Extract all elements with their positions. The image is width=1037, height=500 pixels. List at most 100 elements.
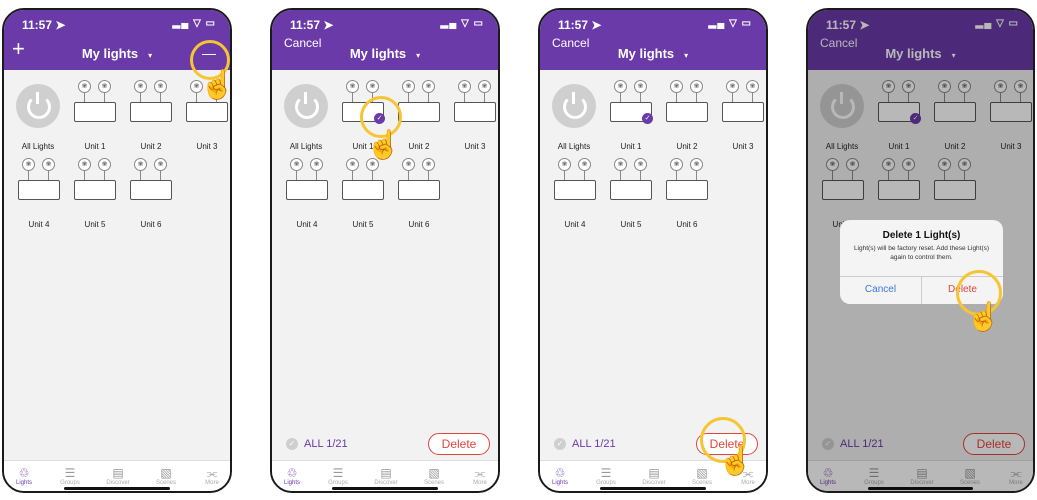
stem bbox=[696, 170, 697, 180]
tab-groups[interactable]: ☰ Groups bbox=[50, 466, 90, 486]
caret-down-icon: ▾ bbox=[416, 51, 421, 60]
unit-box bbox=[722, 102, 764, 122]
tab-discover[interactable]: ▤ Discover bbox=[366, 466, 406, 486]
tile-label-all-lights: All Lights bbox=[21, 142, 55, 151]
tile-label-unit-3: Unit 3 bbox=[196, 142, 218, 151]
page-title[interactable]: My lights ▾ bbox=[272, 46, 498, 61]
power-icon-line bbox=[304, 92, 307, 104]
title-text: My lights bbox=[617, 46, 675, 61]
unit-box bbox=[186, 102, 228, 122]
tab-label: Lights bbox=[15, 480, 32, 486]
power-icon bbox=[563, 95, 587, 119]
tile-label-unit-1: Unit 1 bbox=[84, 142, 106, 151]
power-icon bbox=[295, 95, 319, 119]
select-all-check-icon[interactable]: ✓ bbox=[554, 438, 566, 450]
tab-label: Groups bbox=[328, 480, 348, 486]
tab-label: Discover bbox=[106, 480, 130, 486]
tile-label-unit-2: Unit 2 bbox=[676, 142, 698, 151]
discover-icon: ▤ bbox=[112, 466, 124, 480]
selection-bar: ✓ ALL 1/21 Delete bbox=[272, 430, 498, 460]
tab-lights[interactable]: ♲ Lights bbox=[540, 466, 580, 486]
stem bbox=[584, 170, 585, 180]
tile-label-all-lights: All Lights bbox=[557, 142, 591, 151]
home-indicator bbox=[64, 487, 170, 490]
stem bbox=[28, 170, 29, 180]
tab-label: More bbox=[205, 480, 219, 486]
tile-label-unit-6: Unit 6 bbox=[408, 220, 430, 229]
tile-label-unit-4: Unit 4 bbox=[28, 220, 50, 229]
groups-icon: ☰ bbox=[600, 466, 612, 480]
stem bbox=[160, 92, 161, 102]
selection-count: ALL 1/21 bbox=[304, 438, 348, 450]
status-time: 11:57 ➤ bbox=[290, 18, 334, 32]
stem bbox=[140, 92, 141, 102]
stem bbox=[84, 170, 85, 180]
home-indicator bbox=[600, 487, 706, 490]
dialog-cancel-button[interactable]: Cancel bbox=[840, 284, 921, 295]
stem bbox=[484, 92, 485, 102]
dialog-title: Delete 1 Light(s) bbox=[882, 230, 961, 241]
status-icons: ▂▄ ▽ ▭ bbox=[440, 18, 484, 29]
tab-scenes[interactable]: ▧ Scenes bbox=[146, 466, 186, 486]
delete-button[interactable]: Delete bbox=[428, 433, 490, 455]
status-icons: ▂▄ ▽ ▭ bbox=[172, 18, 216, 29]
tab-label: Lights bbox=[551, 480, 568, 486]
stem bbox=[676, 170, 677, 180]
tab-scenes[interactable]: ▧ Scenes bbox=[414, 466, 454, 486]
phone-screen-4: 11:57 ➤ ▂▄ ▽ ▭ Cancel My lights ▾ All Lig… bbox=[806, 8, 1035, 493]
tab-lights[interactable]: ♲ Lights bbox=[4, 466, 44, 486]
unit-box bbox=[74, 102, 116, 122]
stem bbox=[296, 170, 297, 180]
stem bbox=[84, 92, 85, 102]
bulb-tab-icon: ♲ bbox=[286, 466, 298, 480]
tab-groups[interactable]: ☰ Groups bbox=[586, 466, 626, 486]
all-lights-power-tile[interactable] bbox=[16, 84, 60, 128]
unit-box bbox=[666, 102, 708, 122]
tile-label-unit-3: Unit 3 bbox=[464, 142, 486, 151]
stem bbox=[564, 170, 565, 180]
stem bbox=[352, 170, 353, 180]
bulb-tab-icon: ♲ bbox=[18, 466, 30, 480]
status-time: 11:57 ➤ bbox=[22, 18, 66, 32]
power-icon-line bbox=[36, 92, 39, 104]
stem bbox=[408, 92, 409, 102]
scenes-icon: ▧ bbox=[696, 466, 708, 480]
stem bbox=[104, 92, 105, 102]
hand-pointer-icon: ☝ bbox=[366, 129, 401, 160]
tab-groups[interactable]: ☰ Groups bbox=[318, 466, 358, 486]
phone-screen-1: 11:57 ➤ ▂▄ ▽ ▭ + My lights ▾ All Lights ❀… bbox=[2, 8, 232, 493]
tab-discover[interactable]: ▤ Discover bbox=[634, 466, 674, 486]
stem bbox=[408, 170, 409, 180]
status-icons: ▂▄ ▽ ▭ bbox=[708, 18, 752, 29]
tab-label: Discover bbox=[374, 480, 398, 486]
tile-label-unit-1: Unit 1 bbox=[620, 142, 642, 151]
tab-discover[interactable]: ▤ Discover bbox=[98, 466, 138, 486]
caret-down-icon: ▾ bbox=[148, 51, 153, 60]
tab-lights[interactable]: ♲ Lights bbox=[272, 466, 312, 486]
stem bbox=[620, 92, 621, 102]
unit-box bbox=[286, 180, 328, 200]
unit-box bbox=[610, 180, 652, 200]
tab-scenes[interactable]: ▧ Scenes bbox=[682, 466, 722, 486]
stem bbox=[352, 92, 353, 102]
power-icon-line bbox=[572, 92, 575, 104]
tile-label-unit-5: Unit 5 bbox=[84, 220, 106, 229]
hand-pointer-icon: ☝ bbox=[718, 445, 753, 476]
stem bbox=[104, 170, 105, 180]
stem bbox=[640, 92, 641, 102]
power-icon bbox=[27, 95, 51, 119]
page-title[interactable]: My lights ▾ bbox=[540, 46, 766, 61]
stem bbox=[752, 92, 753, 102]
scenes-icon: ▧ bbox=[428, 466, 440, 480]
all-lights-power-tile[interactable] bbox=[552, 84, 596, 128]
all-lights-power-tile[interactable] bbox=[284, 84, 328, 128]
select-all-check-icon[interactable]: ✓ bbox=[286, 438, 298, 450]
unit-box bbox=[398, 102, 440, 122]
selection-count: ALL 1/21 bbox=[572, 438, 616, 450]
selected-check-icon: ✓ bbox=[642, 113, 653, 124]
tab-more[interactable]: ⫘ More bbox=[460, 466, 498, 486]
stem bbox=[676, 92, 677, 102]
tab-more[interactable]: ⫘ More bbox=[192, 466, 230, 486]
tab-label: Lights bbox=[283, 480, 300, 486]
tile-label-unit-6: Unit 6 bbox=[140, 220, 162, 229]
